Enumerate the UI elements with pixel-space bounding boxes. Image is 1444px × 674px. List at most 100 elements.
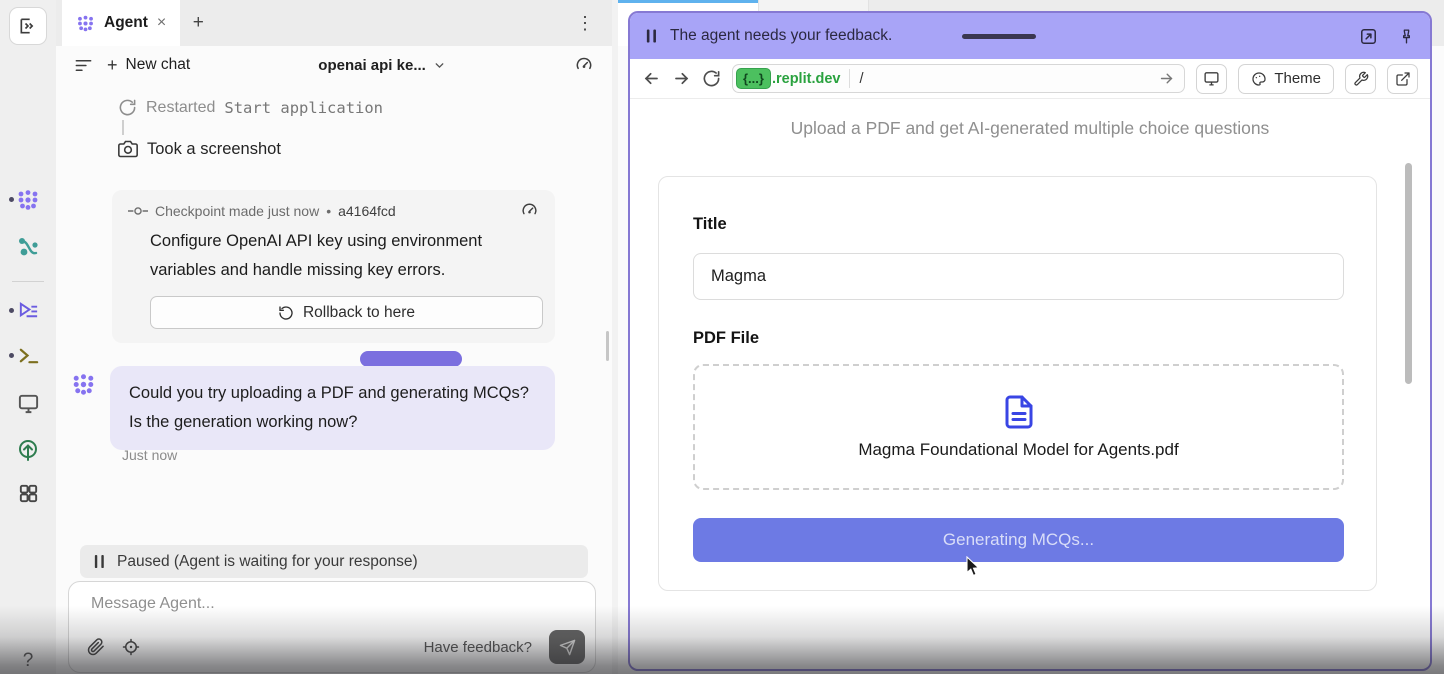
rollback-label: Rollback to here <box>303 304 415 322</box>
title-input[interactable] <box>693 253 1344 300</box>
devtools-button[interactable] <box>1196 64 1227 94</box>
page-subtitle: Upload a PDF and get AI-generated multip… <box>630 118 1430 139</box>
pdf-field-label: PDF File <box>693 329 759 348</box>
url-bar[interactable]: {...} .replit.dev / <box>732 64 1185 93</box>
hidden-action-pill <box>360 351 462 367</box>
settings-wrench-button[interactable] <box>1345 64 1376 94</box>
new-chat-button[interactable]: + New chat <box>107 55 190 76</box>
back-button[interactable] <box>642 69 661 88</box>
pause-icon <box>645 28 658 44</box>
uploaded-file-name: Magma Foundational Model for Agents.pdf <box>858 440 1178 460</box>
wrench-icon <box>1353 71 1369 87</box>
web-page-content: Upload a PDF and get AI-generated multip… <box>630 99 1430 667</box>
pause-icon <box>93 554 106 569</box>
panel-menu-button[interactable]: ⋮ <box>568 0 602 46</box>
sidebar-item-workflows[interactable] <box>0 236 56 260</box>
agent-tab-icon <box>76 14 95 33</box>
pdf-dropzone[interactable]: Magma Foundational Model for Agents.pdf <box>693 364 1344 490</box>
restarted-label: Restarted <box>146 99 215 117</box>
screenshot-label: Took a screenshot <box>147 140 281 159</box>
preview-panel: Progress × >_ Console + ⋮ The agent need… <box>618 0 1444 674</box>
send-icon <box>559 639 576 656</box>
help-button[interactable]: ? <box>0 650 56 672</box>
terminal-icon <box>17 344 40 367</box>
thread-selector[interactable]: openai api ke... <box>318 57 446 74</box>
pdf-file-icon <box>1001 394 1037 430</box>
url-scheme-badge: {...} <box>736 68 771 89</box>
message-input[interactable] <box>81 590 521 618</box>
agent-tabbar: Agent × + ⋮ <box>56 0 612 46</box>
checkpoint-separator: • <box>326 203 331 219</box>
sidebar-item-apps[interactable] <box>0 482 56 505</box>
usage-gauge-icon[interactable] <box>520 201 539 220</box>
pin-icon[interactable] <box>1398 27 1415 46</box>
target-scope-icon[interactable] <box>122 638 140 656</box>
agent-icon <box>16 188 40 212</box>
generate-mcqs-button[interactable]: Generating MCQs... <box>693 518 1344 562</box>
sidebar-toggle-button[interactable] <box>9 7 47 45</box>
chat-toolbar: + New chat openai api ke... <box>56 46 612 84</box>
feedback-banner-text: The agent needs your feedback. <box>670 27 892 45</box>
monitor-icon <box>1203 70 1220 87</box>
agent-tab-label: Agent <box>104 14 148 32</box>
panel-resize-handle[interactable] <box>606 331 609 361</box>
checkpoint-hash: a4164fcd <box>338 203 396 219</box>
browser-toolbar: {...} .replit.dev / Theme <box>630 59 1430 99</box>
webview-pane: The agent needs your feedback. <box>628 11 1432 671</box>
monitor-icon <box>17 392 40 415</box>
feedback-link[interactable]: Have feedback? <box>424 639 532 656</box>
forward-button[interactable] <box>672 69 691 88</box>
checkpoint-description: Configure OpenAI API key using environme… <box>150 227 540 285</box>
checkpoint-card: Checkpoint made just now • a4164fcd Conf… <box>112 190 555 343</box>
attach-file-icon[interactable] <box>87 638 105 656</box>
sidebar-item-deploy[interactable] <box>0 438 56 462</box>
restart-icon <box>118 98 137 117</box>
timeline-restarted: Restarted Start application <box>118 98 383 117</box>
refresh-button[interactable] <box>702 69 721 88</box>
feedback-banner: The agent needs your feedback. <box>630 13 1430 59</box>
agent-panel: Agent × + ⋮ + New chat openai api ke... … <box>56 0 612 674</box>
mcq-form-card: Title PDF File Magma Foundational Model … <box>658 176 1377 591</box>
sidebar-item-shell[interactable] <box>0 344 56 367</box>
chevron-down-icon <box>433 59 446 72</box>
sidebar-item-output[interactable] <box>0 392 56 415</box>
timeline-screenshot: Took a screenshot <box>118 139 281 159</box>
message-timestamp: Just now <box>122 447 177 463</box>
rollback-icon <box>278 305 294 321</box>
left-icon-rail: ? <box>0 0 56 674</box>
checkpoint-commit-icon <box>128 205 148 217</box>
checkpoint-header: Checkpoint made just now • a4164fcd <box>128 201 539 220</box>
chat-history-icon[interactable] <box>74 56 93 75</box>
workflows-icon <box>16 236 40 260</box>
close-tab-icon[interactable]: × <box>157 14 166 32</box>
checkpoint-title: Checkpoint made just now <box>155 203 319 219</box>
restarted-command: Start application <box>224 99 383 117</box>
sidebar-item-agent[interactable] <box>0 188 56 212</box>
theme-button-label: Theme <box>1274 70 1321 87</box>
timeline-connector <box>122 120 124 135</box>
paused-status-bar: Paused (Agent is waiting for your respon… <box>80 545 588 578</box>
navigate-arrow-icon[interactable] <box>1158 70 1175 87</box>
page-scrollbar[interactable] <box>1405 163 1412 384</box>
tab-agent[interactable]: Agent × <box>62 0 180 46</box>
url-host: .replit.dev <box>772 71 841 87</box>
send-button[interactable] <box>549 630 585 664</box>
banner-progress-dash <box>962 34 1036 39</box>
sidebar-collapse-icon <box>18 16 38 36</box>
message-composer: Have feedback? <box>68 581 596 673</box>
open-in-window-icon[interactable] <box>1359 27 1378 46</box>
external-link-icon <box>1395 71 1411 87</box>
theme-button[interactable]: Theme <box>1238 64 1334 94</box>
url-separator <box>849 69 850 88</box>
url-path: / <box>859 71 863 87</box>
rollback-button[interactable]: Rollback to here <box>150 296 543 329</box>
open-external-button[interactable] <box>1387 64 1418 94</box>
sidebar-item-progress[interactable] <box>0 299 56 322</box>
agent-message-bubble: Could you try uploading a PDF and genera… <box>110 366 555 450</box>
paused-status-text: Paused (Agent is waiting for your respon… <box>117 553 418 571</box>
theme-palette-icon <box>1251 71 1267 87</box>
new-tab-button[interactable]: + <box>180 0 216 46</box>
usage-gauge-icon[interactable] <box>574 55 594 75</box>
progress-icon <box>17 299 40 322</box>
title-field-label: Title <box>693 215 727 234</box>
